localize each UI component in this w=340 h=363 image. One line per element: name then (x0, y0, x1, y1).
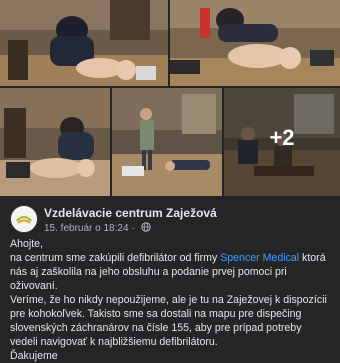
photo-3[interactable] (0, 88, 110, 196)
photo-grid: +2 (0, 0, 340, 196)
photo-1[interactable] (0, 0, 168, 86)
avatar-logo (15, 210, 33, 228)
post-meta: 15. február o 18:24 · (44, 222, 151, 234)
post-paragraph-1: na centrum sme zakúpili defibrilátor od … (10, 252, 326, 292)
post-greeting: Ahojte, (10, 238, 43, 250)
photo-4[interactable] (112, 88, 222, 196)
post-date[interactable]: 15. február o 18:24 (44, 223, 129, 234)
post-closing: Ďakujeme (10, 350, 58, 362)
spencer-medical-link[interactable]: Spencer Medical (220, 252, 299, 264)
globe-icon (141, 222, 151, 232)
post-body: Ahojte, na centrum sme zakúpili defibril… (10, 237, 332, 363)
photo-5-more[interactable]: +2 (224, 88, 340, 196)
avatar[interactable] (10, 205, 38, 233)
post-header: Vzdelávacie centrum Zaježová 15. február… (10, 205, 330, 235)
meta-separator: · (131, 223, 135, 234)
photo-2[interactable] (170, 0, 340, 86)
page-name[interactable]: Vzdelávacie centrum Zaježová (44, 206, 217, 220)
post-paragraph-2: Veríme, že ho nikdy nepoužijeme, ale je … (10, 294, 327, 348)
more-photos-overlay[interactable]: +2 (224, 88, 340, 196)
